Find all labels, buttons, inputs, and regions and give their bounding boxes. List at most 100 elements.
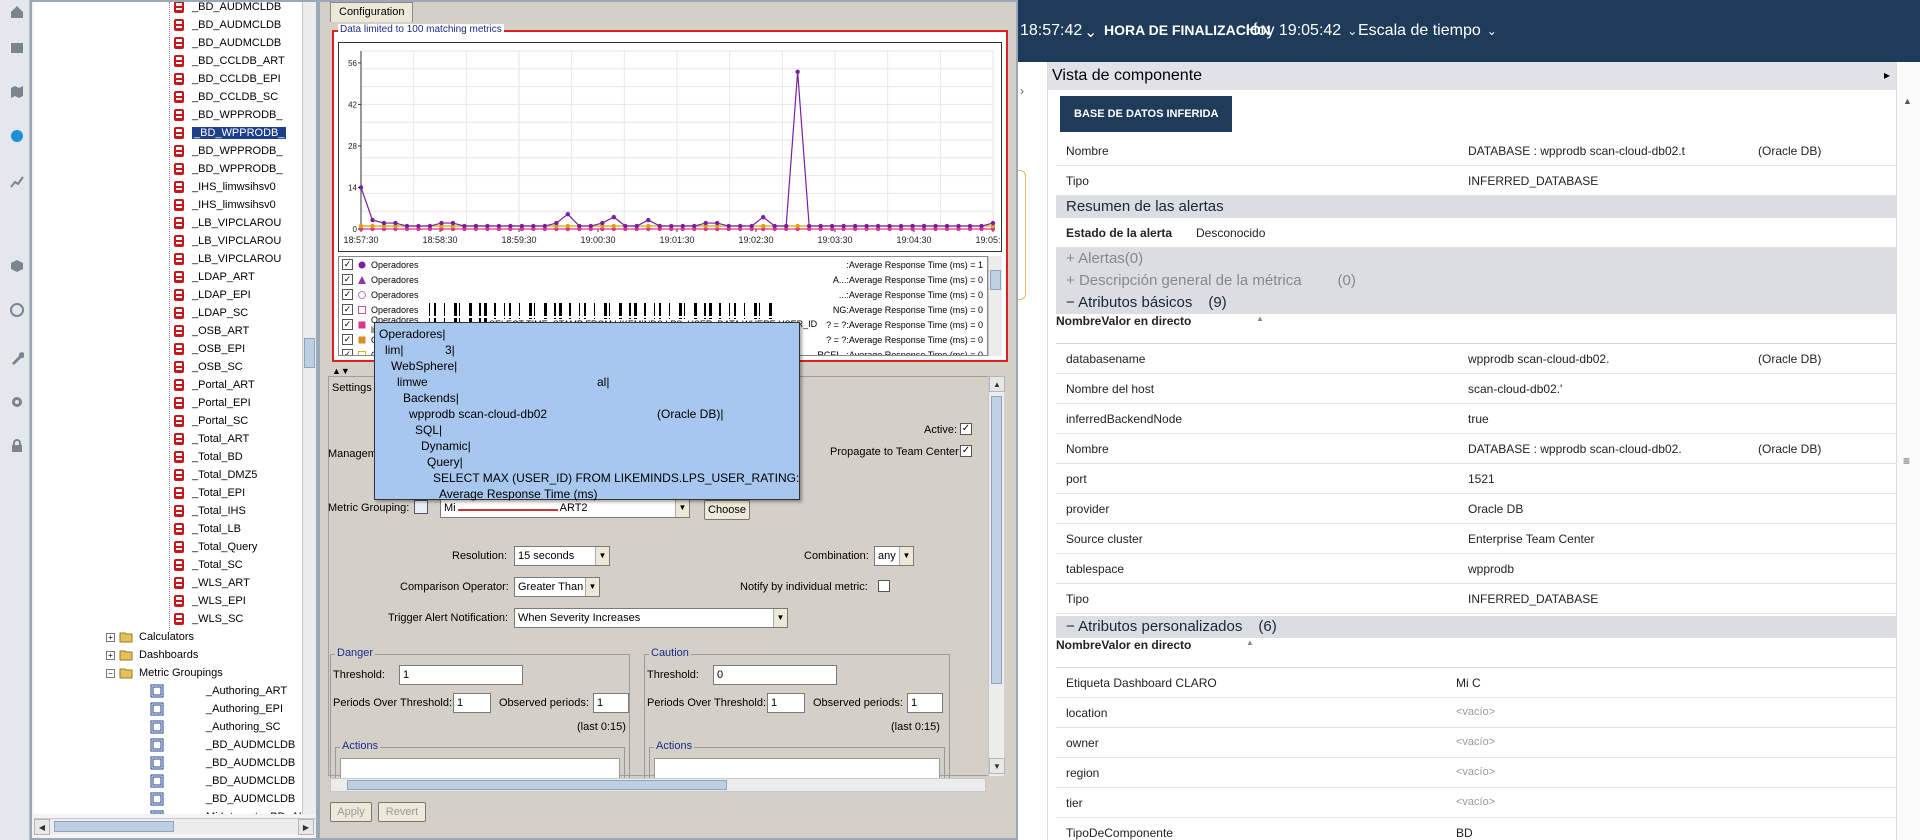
- active-checkbox[interactable]: ✓: [960, 423, 972, 435]
- tree-item-metric[interactable]: _LDAP_ART: [172, 268, 255, 286]
- tree-item-metric[interactable]: _BD_CCLDB_SC: [172, 88, 278, 106]
- tree-item-grouping[interactable]: Mi Intranet: _BD_AUDMCLDB: [150, 808, 302, 814]
- splitter-arrows-icon[interactable]: ▲▼: [332, 366, 350, 376]
- tree-scroll-thumb[interactable]: [304, 338, 315, 368]
- tree-folder[interactable]: + Calculators: [106, 628, 194, 646]
- tree-item-metric[interactable]: _Total_Query: [172, 538, 257, 556]
- column-header-name[interactable]: Nombre: [1056, 638, 1101, 652]
- section-alerts[interactable]: + Alertas(0): [1056, 248, 1896, 270]
- tree-hscroll-thumb[interactable]: [54, 821, 174, 832]
- tree-item-grouping[interactable]: _Authoring_SC: [150, 718, 281, 736]
- settings-vertical-scrollbar[interactable]: ▲ ▼: [988, 376, 1005, 776]
- tree-item-metric[interactable]: _WLS_SC: [172, 610, 243, 628]
- tree-item-metric[interactable]: _BD_AUDMCLDB: [172, 16, 281, 34]
- column-header-value[interactable]: Valor en directo: [1101, 638, 1191, 652]
- metric-grouping-select[interactable]: Mi ART2 ▼: [440, 498, 690, 518]
- wrench-icon[interactable]: [9, 350, 25, 366]
- tree-item-metric[interactable]: _Total_BD: [172, 448, 243, 466]
- tree-item-metric[interactable]: _LB_VIPCLAROU: [172, 232, 281, 250]
- legend-checkbox[interactable]: ✓: [342, 274, 353, 285]
- resolution-select[interactable]: 15 seconds ▼: [514, 546, 610, 566]
- tree-item-metric[interactable]: _Total_ART: [172, 430, 249, 448]
- trend-icon[interactable]: [9, 174, 25, 190]
- apply-button[interactable]: Apply: [330, 802, 372, 822]
- tree-item-metric[interactable]: _OSB_ART: [172, 322, 249, 340]
- danger-periods-input[interactable]: 1: [453, 693, 491, 713]
- column-header-value[interactable]: Valor en directo: [1101, 314, 1191, 328]
- tree-item-metric[interactable]: _IHS_limwsihsv0: [172, 196, 276, 214]
- dashboard-icon[interactable]: [9, 128, 25, 144]
- tree-item-metric[interactable]: _LB_VIPCLAROU: [172, 214, 281, 232]
- sort-arrow-icon[interactable]: ▲: [1256, 314, 1264, 323]
- chevron-down-icon[interactable]: ⌄: [1084, 22, 1097, 42]
- column-header-name[interactable]: Nombre: [1056, 314, 1101, 328]
- legend-checkbox[interactable]: ✓: [342, 259, 353, 270]
- tree-item-metric[interactable]: _BD_WPPRODB_: [172, 106, 282, 124]
- tree-item-metric[interactable]: _LB_VIPCLAROU: [172, 250, 281, 268]
- tree-item-metric[interactable]: _OSB_EPI: [172, 340, 245, 358]
- legend-row[interactable]: ✓ Operadores:Average Response Time (ms) =…: [339, 257, 985, 272]
- combination-select[interactable]: any ▼: [874, 546, 914, 566]
- notify-checkbox[interactable]: [878, 580, 890, 592]
- legend-row[interactable]: ✓ Operadores A...:Average Response Time (m…: [339, 272, 985, 287]
- tree-horizontal-scrollbar[interactable]: ◀ ▶: [34, 818, 316, 835]
- caution-periods-input[interactable]: 1: [767, 693, 805, 713]
- danger-threshold-input[interactable]: 1: [399, 665, 523, 685]
- collapse-icon[interactable]: ›: [1020, 84, 1030, 98]
- tree-item-metric[interactable]: _IHS_limwsihsv0: [172, 178, 276, 196]
- expand-toggle-icon[interactable]: +: [106, 632, 115, 642]
- tree-item-grouping[interactable]: _BD_AUDMCLDB: [150, 736, 295, 754]
- caution-threshold-input[interactable]: 0: [713, 665, 837, 685]
- legend-row[interactable]: ✓ Operadores ...:Average Response Time (ms…: [339, 287, 985, 302]
- tree-item-metric[interactable]: _Total_EPI: [172, 484, 245, 502]
- legend-checkbox[interactable]: ✓: [342, 349, 353, 355]
- settings-vscroll-thumb[interactable]: [991, 396, 1002, 684]
- caution-observed-input[interactable]: 1: [907, 693, 943, 713]
- danger-observed-input[interactable]: 1: [593, 693, 629, 713]
- legend-scroll-thumb[interactable]: [990, 270, 1001, 290]
- scroll-grip-icon[interactable]: ≡: [1903, 454, 1910, 468]
- tree-folder[interactable]: − Metric Groupings: [106, 664, 223, 682]
- tree-item-metric[interactable]: _Portal_SC: [172, 412, 248, 430]
- legend-checkbox[interactable]: ✓: [342, 289, 353, 300]
- tree-item-grouping[interactable]: _BD_AUDMCLDB: [150, 790, 295, 808]
- home-icon[interactable]: [9, 4, 25, 20]
- tree-item-metric[interactable]: _BD_AUDMCLDB: [172, 2, 281, 16]
- tree-item-metric[interactable]: _WLS_ART: [172, 574, 250, 592]
- page-scrollbar[interactable]: ▲ ≡: [1896, 62, 1920, 840]
- tree-item-metric[interactable]: _BD_AUDMCLDB: [172, 34, 281, 52]
- lock-icon[interactable]: [9, 438, 25, 454]
- tree-vertical-scrollbar[interactable]: [302, 2, 316, 814]
- sort-arrow-icon[interactable]: ▲: [1246, 638, 1254, 647]
- tree-item-grouping[interactable]: _Authoring_EPI: [150, 700, 283, 718]
- gear-icon[interactable]: [9, 394, 25, 410]
- scroll-down-arrow[interactable]: ▼: [989, 758, 1005, 774]
- tree-item-metric[interactable]: _Portal_ART: [172, 376, 255, 394]
- legend-row[interactable]: ✓ Operadores NG:Average Response Time (ms)…: [339, 302, 985, 317]
- revert-button[interactable]: Revert: [378, 802, 426, 822]
- tree-item-metric[interactable]: _BD_WPPRODB_: [172, 142, 282, 160]
- legend-scrollbar[interactable]: [988, 256, 1002, 356]
- legend-checkbox[interactable]: ✓: [342, 334, 353, 345]
- tree-item-grouping[interactable]: _Authoring_ART: [150, 682, 287, 700]
- tree-item-metric[interactable]: _Total_SC: [172, 556, 243, 574]
- legend-checkbox[interactable]: ✓: [342, 304, 353, 315]
- section-custom-attributes[interactable]: − Atributos personalizados (6): [1056, 616, 1896, 638]
- tree-item-metric[interactable]: _Total_IHS: [172, 502, 246, 520]
- tree-item-metric[interactable]: _BD_CCLDB_EPI: [172, 70, 281, 88]
- scroll-right-arrow[interactable]: ▶: [298, 819, 314, 835]
- comparison-select[interactable]: Greater Than ▼: [514, 577, 600, 597]
- end-time-dropdown[interactable]: Hoy 19:05:42 ⌄: [1246, 22, 1357, 40]
- settings-horizontal-scrollbar[interactable]: [330, 778, 986, 792]
- tree-item-metric[interactable]: _LDAP_SC: [172, 304, 248, 322]
- tab-configuration[interactable]: Configuration: [330, 2, 414, 22]
- propagate-checkbox[interactable]: ✓: [960, 445, 972, 457]
- tree-item-grouping[interactable]: _BD_AUDMCLDB: [150, 754, 295, 772]
- globe-icon[interactable]: [9, 302, 25, 318]
- cube-icon[interactable]: [9, 258, 25, 274]
- expand-toggle-icon[interactable]: −: [106, 668, 115, 678]
- tree-item-metric[interactable]: _LDAP_EPI: [172, 286, 251, 304]
- scroll-left-arrow[interactable]: ◀: [34, 819, 50, 835]
- tree-item-metric[interactable]: _BD_WPPRODB_: [172, 124, 287, 142]
- image-icon[interactable]: [9, 40, 25, 56]
